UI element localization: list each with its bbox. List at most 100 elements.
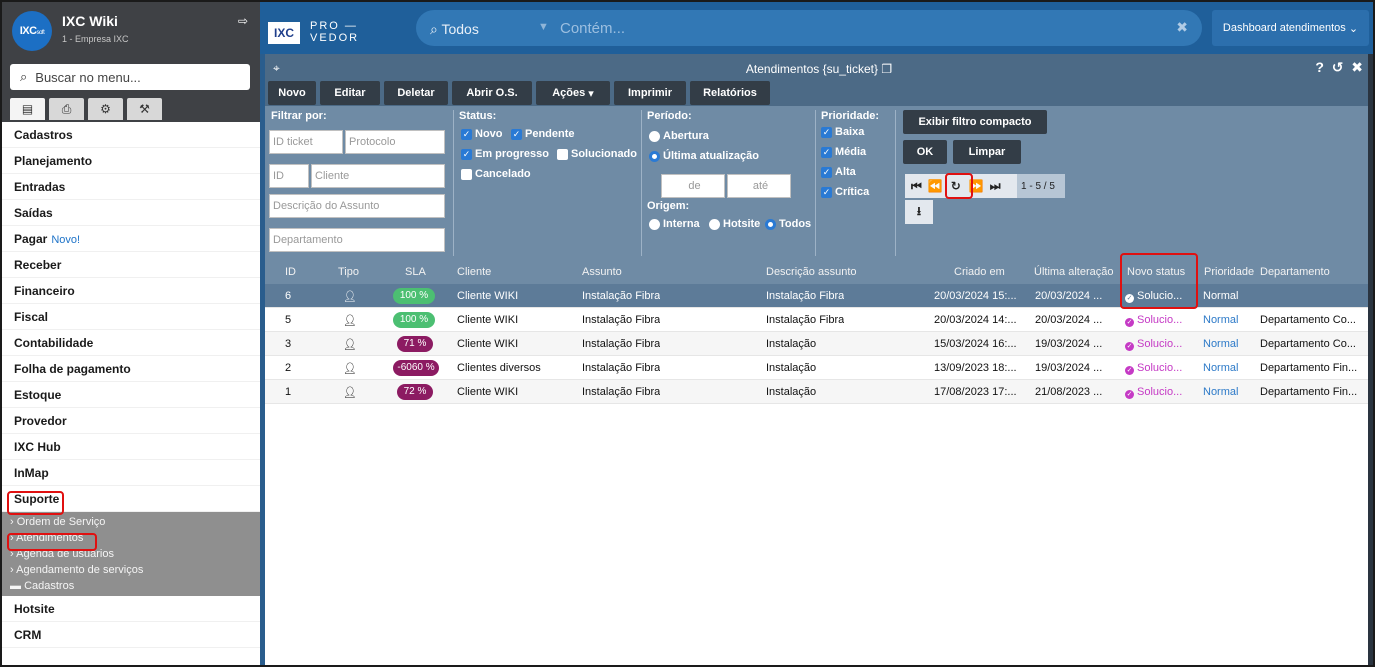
menu-item-financeiro[interactable]: Financeiro — [2, 278, 260, 304]
periodo-ultima-radio[interactable]: Última atualização — [649, 150, 759, 162]
cell-assunto: Instalação Fibra — [582, 338, 661, 350]
menu-item-planejamento[interactable]: Planejamento — [2, 148, 260, 174]
gears-icon[interactable]: ⚙ — [88, 98, 123, 120]
help-icon[interactable]: ? — [1315, 59, 1324, 75]
vertical-scrollbar[interactable] — [1368, 54, 1373, 665]
prio-baixa-checkbox[interactable]: ✓ Baixa — [821, 126, 864, 138]
id-input[interactable]: ID — [269, 164, 309, 188]
menu-item-estoque[interactable]: Estoque — [2, 382, 260, 408]
col-alteracao[interactable]: Última alteração — [1034, 266, 1113, 278]
origem-todos-radio[interactable]: Todos — [765, 218, 811, 230]
origem-hotsite-radio[interactable]: Hotsite — [709, 218, 760, 230]
table-row[interactable]: 5 👤︎ 100 % Cliente WIKI Instalação Fibra… — [265, 308, 1373, 332]
check-circle-icon: ✓ — [1125, 318, 1134, 327]
menu-search-input[interactable]: ⌕ Buscar no menu... — [10, 64, 250, 90]
col-tipo[interactable]: Tipo — [338, 266, 359, 278]
col-criado[interactable]: Criado em — [954, 266, 1005, 278]
print-icon[interactable]: ⎙ — [49, 98, 84, 120]
abrir-os-button[interactable]: Abrir O.S. — [452, 81, 532, 105]
acoes-button[interactable]: Ações ▾ — [536, 81, 610, 105]
protocolo-input[interactable]: Protocolo — [345, 130, 445, 154]
download-icon[interactable]: ⭳ — [905, 200, 933, 224]
col-prioridade[interactable]: Prioridade — [1204, 266, 1254, 278]
menu-item-hotsite[interactable]: Hotsite — [2, 596, 260, 622]
table-row[interactable]: 3 👤︎ 71 % Cliente WIKI Instalação Fibra … — [265, 332, 1373, 356]
limpar-button[interactable]: Limpar — [953, 140, 1021, 164]
logout-icon[interactable]: ⇨ — [238, 14, 248, 28]
menu-item-receber[interactable]: Receber — [2, 252, 260, 278]
col-departamento[interactable]: Departamento — [1260, 266, 1330, 278]
menu-item-inmap[interactable]: InMap — [2, 460, 260, 486]
col-assunto[interactable]: Assunto — [582, 266, 622, 278]
col-cliente[interactable]: Cliente — [457, 266, 491, 278]
wrench-icon[interactable]: ⚒ — [127, 98, 162, 120]
menu-item-cadastros[interactable]: Cadastros — [2, 122, 260, 148]
menu-item-contabilidade[interactable]: Contabilidade — [2, 330, 260, 356]
table-row[interactable]: 1 👤︎ 72 % Cliente WIKI Instalação Fibra … — [265, 380, 1373, 404]
origem-interna-radio[interactable]: Interna — [649, 218, 700, 230]
cell-alterado: 21/08/2023 ... — [1035, 386, 1103, 398]
deletar-button[interactable]: Deletar — [384, 81, 448, 105]
history-icon[interactable]: ↺ — [1332, 59, 1344, 75]
status-progresso-checkbox[interactable]: ✓ Em progresso — [461, 148, 549, 160]
menu-item-fiscal[interactable]: Fiscal — [2, 304, 260, 330]
cell-alterado: 19/03/2024 ... — [1035, 362, 1103, 374]
cell-cliente: Cliente WIKI — [457, 338, 519, 350]
close-icon[interactable]: ✖ — [1351, 59, 1363, 75]
app-frame: IXC soft IXC Wiki 1 - Empresa IXC ⇨ ⌕ Bus… — [0, 0, 1375, 667]
menu-item-folha[interactable]: Folha de pagamento — [2, 356, 260, 382]
menu-item-provedor[interactable]: Provedor — [2, 408, 260, 434]
status-solucionado-checkbox[interactable]: Solucionado — [557, 148, 637, 160]
list-icon[interactable]: ▤ — [10, 98, 45, 120]
last-page-icon[interactable]: ⏭ — [990, 179, 1001, 194]
cell-prioridade: Normal — [1203, 338, 1239, 350]
date-from-input[interactable]: de — [661, 174, 725, 198]
date-to-input[interactable]: até — [727, 174, 791, 198]
relatorios-button[interactable]: Relatórios — [690, 81, 770, 105]
table-row[interactable]: 6 👤︎ 100 % Cliente WIKI Instalação Fibra… — [265, 284, 1373, 308]
id-ticket-input[interactable]: ID ticket — [269, 130, 343, 154]
menu-item-ixc-hub[interactable]: IXC Hub — [2, 434, 260, 460]
status-pendente-checkbox[interactable]: ✓ Pendente — [511, 128, 575, 140]
global-search-input[interactable]: Contém... — [560, 20, 625, 37]
status-cancelado-checkbox[interactable]: Cancelado — [461, 168, 531, 180]
novo-button[interactable]: Novo — [268, 81, 316, 105]
first-page-icon[interactable]: ⏮ — [911, 179, 922, 194]
descricao-input[interactable]: Descrição do Assunto — [269, 194, 445, 218]
table-row[interactable]: 2 👤︎ -6060 % Clientes diversos Instalaçã… — [265, 356, 1373, 380]
caret-down-icon[interactable]: ▼ — [538, 21, 549, 33]
menu-item-entradas[interactable]: Entradas — [2, 174, 260, 200]
editar-button[interactable]: Editar — [320, 81, 380, 105]
prio-critica-checkbox[interactable]: ✓ Crítica — [821, 186, 869, 198]
highlight-novo-status — [1120, 253, 1198, 309]
ok-button[interactable]: OK — [903, 140, 947, 164]
search-icon: ⌕ — [430, 21, 438, 37]
col-descricao[interactable]: Descrição assunto — [766, 266, 857, 278]
status-label: Status: — [459, 110, 497, 122]
periodo-abertura-radio[interactable]: Abertura — [649, 130, 709, 142]
cliente-input[interactable]: Cliente — [311, 164, 445, 188]
submenu-cadastros[interactable]: ▬ Cadastros — [2, 578, 260, 594]
divider — [895, 110, 896, 256]
submenu-agendamento-servicos[interactable]: › Agendamento de serviços — [2, 562, 260, 578]
dashboard-select[interactable]: Dashboard atendimentos ⌄ — [1212, 10, 1369, 46]
col-id[interactable]: ID — [285, 266, 296, 278]
menu-item-crm[interactable]: CRM — [2, 622, 260, 648]
window-titlebar: ⌖ Atendimentos {su_ticket} ❐ ? ↺ ✖ — [265, 54, 1373, 82]
departamento-input[interactable]: Departamento — [269, 228, 445, 252]
copy-icon[interactable]: ❐ — [881, 62, 892, 76]
prio-media-checkbox[interactable]: ✓ Média — [821, 146, 866, 158]
status-novo-checkbox[interactable]: ✓ Novo — [461, 128, 503, 140]
prev-page-icon[interactable]: ⏪ — [928, 179, 943, 193]
close-icon[interactable]: ✖ — [1176, 19, 1188, 36]
imprimir-button[interactable]: Imprimir — [614, 81, 686, 105]
menu-item-saidas[interactable]: Saídas — [2, 200, 260, 226]
search-scope[interactable]: ⌕ Todos — [430, 21, 479, 38]
col-sla[interactable]: SLA — [405, 266, 426, 278]
menu-item-pagar[interactable]: Pagar Novo! — [2, 226, 260, 252]
submenu-ordem-servico[interactable]: › Ordem de Serviço — [2, 514, 260, 530]
global-search[interactable]: ⌕ Todos ▼ Contém... ✖ — [416, 10, 1202, 46]
prio-alta-checkbox[interactable]: ✓ Alta — [821, 166, 856, 178]
compact-filter-button[interactable]: Exibir filtro compacto — [903, 110, 1047, 134]
cell-id: 2 — [285, 362, 292, 374]
